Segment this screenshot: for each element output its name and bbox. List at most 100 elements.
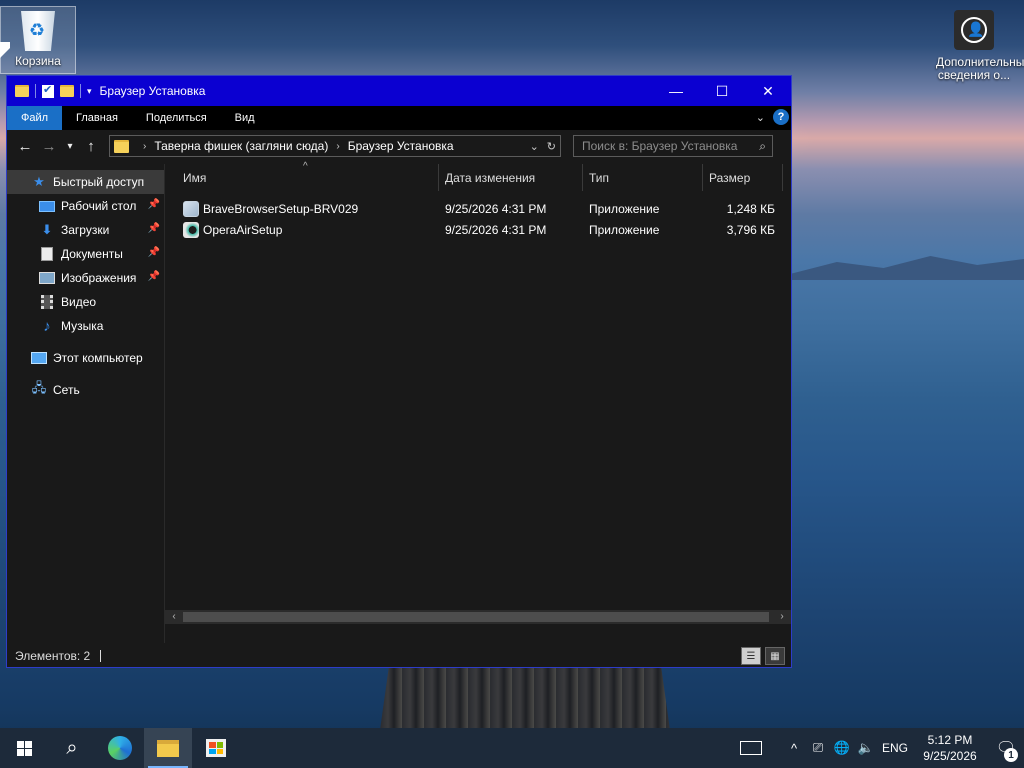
file-name: OperaAirSetup — [203, 222, 283, 237]
scrollbar-thumb[interactable] — [183, 612, 769, 622]
windows-logo-icon — [16, 740, 32, 756]
up-arrow-icon[interactable]: ↑ — [79, 134, 103, 158]
file-type: Приложение — [589, 201, 660, 216]
recycle-bin-desktop-icon[interactable]: Корзина — [0, 6, 76, 74]
wallpaper-pier — [380, 668, 670, 730]
maximize-button[interactable]: ☐ — [699, 76, 745, 106]
input-language[interactable]: ENG — [878, 741, 912, 755]
scroll-left-icon[interactable]: ‹ — [167, 610, 181, 624]
taskbar-edge-button[interactable] — [96, 728, 144, 768]
show-hidden-icons-chevron-icon[interactable]: ^ — [782, 741, 806, 756]
help-icon[interactable]: ? — [773, 109, 789, 125]
tab-file[interactable]: Файл — [7, 106, 63, 130]
meet-now-icon[interactable]: ⎚ — [806, 740, 830, 756]
volume-icon[interactable]: 🔈 — [854, 740, 878, 756]
more-info-desktop-icon[interactable]: 👤 Дополнительные сведения о... — [936, 10, 1024, 82]
nav-item-label: Музыка — [61, 319, 104, 333]
action-center-button[interactable]: 🗨 1 — [988, 728, 1024, 768]
window-controls: — ☐ ✕ — [653, 76, 791, 106]
forward-arrow-icon[interactable]: → — [37, 134, 61, 158]
back-arrow-icon[interactable]: ← — [13, 134, 37, 158]
pin-icon: 📌 — [147, 223, 160, 234]
pin-icon: 📌 — [147, 199, 160, 210]
more-info-label: Дополнительные сведения о... — [936, 55, 1024, 82]
tab-share[interactable]: Поделиться — [132, 106, 221, 130]
search-box[interactable]: Поиск в: Браузер Установка ⌕ — [573, 135, 773, 157]
minimize-button[interactable]: — — [653, 76, 699, 106]
taskbar-explorer-button[interactable] — [144, 728, 192, 768]
documents-icon — [39, 247, 55, 261]
recent-locations-chevron-icon[interactable]: ▾ — [61, 134, 79, 158]
refresh-icon[interactable]: ↻ — [547, 140, 556, 153]
tab-home[interactable]: Главная — [62, 106, 132, 130]
music-icon: ♪ — [43, 317, 51, 335]
horizontal-scrollbar[interactable]: ‹ › — [165, 610, 791, 624]
nav-music[interactable]: ♪ Музыка — [7, 314, 164, 338]
details-view-icon[interactable]: ☰ — [741, 647, 761, 665]
search-icon: ⌕ — [66, 736, 78, 759]
file-list: ^ Имя Дата изменения Тип Размер BraveBro… — [165, 161, 791, 644]
file-date: 9/25/2026 4:31 PM — [445, 201, 547, 216]
opera-installer-icon — [183, 221, 199, 238]
close-button[interactable]: ✕ — [745, 76, 791, 106]
nav-pictures[interactable]: Изображения 📌 — [7, 266, 164, 290]
downloads-icon: ⬇ — [41, 222, 53, 237]
file-row[interactable]: BraveBrowserSetup-BRV029 9/25/2026 4:31 … — [165, 198, 791, 219]
nav-item-label: Загрузки — [61, 223, 110, 237]
taskbar-search-button[interactable]: ⌕ — [48, 728, 96, 768]
nav-this-pc-label: Этот компьютер — [53, 351, 143, 365]
nav-network[interactable]: 🖧 Сеть — [7, 378, 164, 402]
new-folder-icon[interactable] — [60, 85, 74, 97]
column-header-name[interactable]: Имя — [165, 164, 439, 191]
nav-documents[interactable]: Документы 📌 — [7, 242, 164, 266]
nav-downloads[interactable]: ⬇ Загрузки 📌 — [7, 218, 164, 242]
nav-this-pc[interactable]: Этот компьютер — [7, 346, 164, 370]
navigation-pane: ★ Быстрый доступ Рабочий стол 📌 ⬇ Загруз… — [7, 164, 165, 644]
scroll-right-icon[interactable]: › — [775, 610, 789, 624]
breadcrumb-separator-icon[interactable]: › — [336, 141, 339, 152]
nav-quick-access-label: Быстрый доступ — [53, 175, 145, 189]
column-header-type[interactable]: Тип — [583, 164, 703, 191]
breadcrumb-separator-icon[interactable]: › — [143, 141, 146, 152]
properties-icon[interactable] — [42, 83, 54, 98]
status-bar: Элементов: 2 ☰ ▦ — [7, 643, 791, 667]
address-folder-icon — [114, 139, 129, 153]
file-type: Приложение — [589, 222, 660, 237]
nav-video[interactable]: Видео — [7, 290, 164, 314]
mouse-cursor-icon — [0, 42, 10, 58]
news-widget-button[interactable] — [736, 741, 766, 755]
clock[interactable]: 5:12 PM 9/25/2026 — [912, 732, 988, 764]
folder-icon — [15, 85, 29, 97]
taskbar-store-button[interactable] — [192, 728, 240, 768]
start-button[interactable] — [0, 728, 48, 768]
network-globe-icon[interactable]: 🌐 — [830, 740, 854, 756]
nav-desktop[interactable]: Рабочий стол 📌 — [7, 194, 164, 218]
tab-view[interactable]: Вид — [221, 106, 269, 130]
window-title: Браузер Установка — [99, 84, 206, 98]
search-icon[interactable]: ⌕ — [759, 139, 766, 154]
address-bar[interactable]: › Таверна фишек (загляни сюда) › Браузер… — [109, 135, 561, 157]
pin-icon: 📌 — [147, 247, 160, 258]
title-bar[interactable]: ▾ Браузер Установка — ☐ ✕ — [7, 76, 791, 106]
expand-ribbon-chevron-icon[interactable]: ⌄ — [756, 111, 765, 124]
navigation-bar: ← → ▾ ↑ › Таверна фишек (загляни сюда) ›… — [7, 130, 791, 162]
large-icons-view-icon[interactable]: ▦ — [765, 647, 785, 665]
ribbon-tabs: Файл Главная Поделиться Вид ⌄ ? — [7, 106, 791, 130]
nav-item-label: Документы — [61, 247, 123, 261]
file-row[interactable]: OperaAirSetup 9/25/2026 4:31 PM Приложен… — [165, 219, 791, 240]
wallpaper-mountains — [790, 256, 1024, 280]
desktop-icon — [39, 199, 55, 213]
sort-ascending-icon: ^ — [303, 161, 308, 172]
address-history-chevron-icon[interactable]: ⌄ — [530, 140, 539, 153]
network-icon: 🖧 — [31, 380, 47, 395]
clock-time: 5:12 PM — [927, 733, 973, 747]
customize-qat-chevron-icon[interactable]: ▾ — [87, 86, 92, 97]
breadcrumb-tavern[interactable]: Таверна фишек (загляни сюда) — [154, 139, 328, 153]
column-header-size[interactable]: Размер — [703, 164, 783, 191]
nav-quick-access[interactable]: ★ Быстрый доступ — [7, 170, 164, 194]
file-size: 1,248 КБ — [726, 201, 775, 216]
column-header-date[interactable]: Дата изменения — [439, 164, 583, 191]
clock-date: 9/25/2026 — [923, 749, 977, 763]
file-size: 3,796 КБ — [726, 222, 775, 237]
breadcrumb-current[interactable]: Браузер Установка — [348, 139, 454, 153]
